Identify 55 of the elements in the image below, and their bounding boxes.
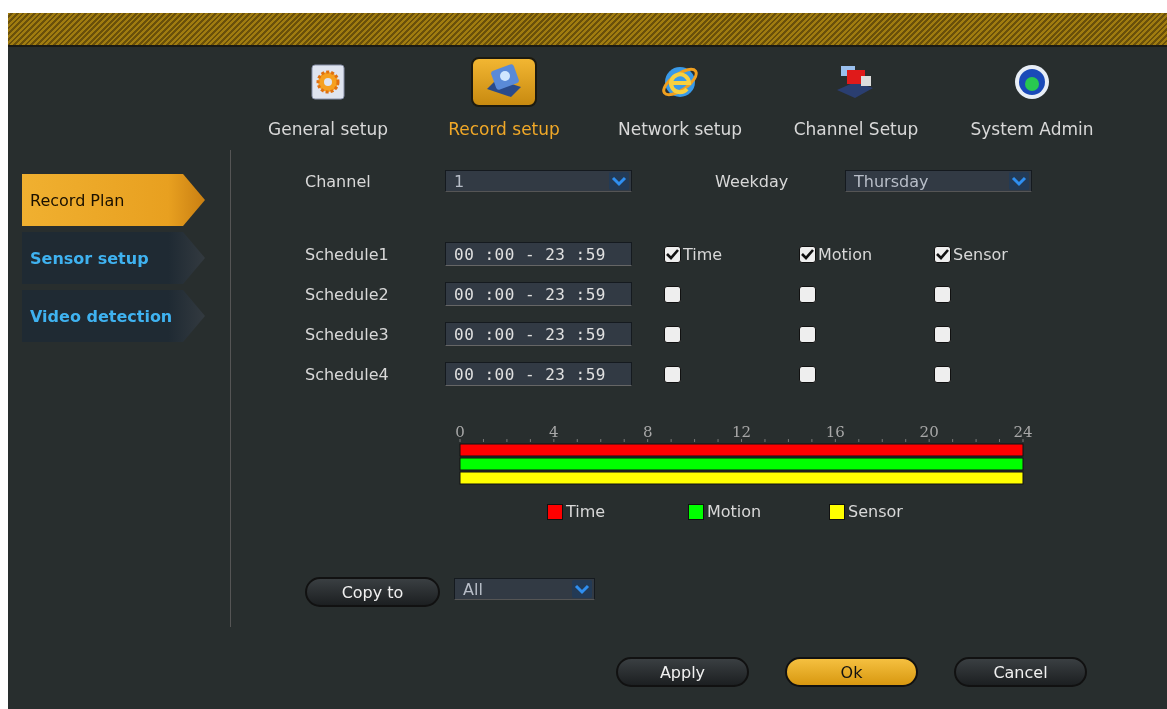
dialog-button[interactable]: Ok bbox=[785, 657, 918, 687]
dialog-button[interactable]: Apply bbox=[616, 657, 749, 687]
tick-label: 24 bbox=[1013, 424, 1033, 441]
tick-label: 0 bbox=[455, 424, 465, 441]
dropdown-caret-icon bbox=[1009, 172, 1029, 190]
legend-label: Time bbox=[566, 502, 606, 521]
time-range-field[interactable]: 00 :00 - 23 :59 bbox=[445, 282, 632, 306]
copy-target-select[interactable]: All bbox=[454, 578, 595, 600]
field-label: Channel bbox=[305, 171, 372, 191]
tick-label: 12 bbox=[731, 424, 752, 441]
dropdown-caret-icon bbox=[572, 580, 592, 598]
checkbox-label: Motion bbox=[818, 244, 873, 264]
checkbox[interactable] bbox=[799, 245, 816, 263]
tick-label: 16 bbox=[825, 424, 845, 441]
weekday-select[interactable]: Thursday bbox=[845, 170, 1032, 192]
checkbox[interactable] bbox=[664, 285, 681, 303]
tick-label: 4 bbox=[549, 424, 559, 441]
checkbox[interactable] bbox=[934, 365, 951, 383]
schedule-label: Schedule2 bbox=[305, 284, 390, 304]
tick-label: 20 bbox=[919, 424, 939, 441]
checkbox[interactable] bbox=[934, 245, 951, 263]
dropdown-caret-icon bbox=[609, 172, 629, 190]
checkbox[interactable] bbox=[934, 325, 951, 343]
channel-select[interactable]: 1 bbox=[445, 170, 632, 192]
checkbox[interactable] bbox=[664, 365, 681, 383]
dialog-button[interactable]: Cancel bbox=[954, 657, 1087, 687]
globe-disc-icon bbox=[1013, 63, 1051, 101]
checkbox[interactable] bbox=[664, 245, 681, 263]
checkbox[interactable] bbox=[799, 325, 816, 343]
time-range-field[interactable]: 00 :00 - 23 :59 bbox=[445, 322, 632, 346]
nav-tab[interactable]: General setup bbox=[240, 57, 416, 147]
schedule-label: Schedule3 bbox=[305, 324, 390, 344]
sidebar-item[interactable]: Record Plan bbox=[22, 174, 205, 226]
checkbox-label: Time bbox=[683, 244, 723, 264]
copy-to-button[interactable]: Copy to bbox=[305, 577, 440, 607]
legend-label: Motion bbox=[707, 502, 762, 521]
nav-tab[interactable]: Channel Setup bbox=[768, 57, 944, 147]
nav-tab[interactable]: Network setup bbox=[592, 57, 768, 147]
schedule-label: Schedule1 bbox=[305, 244, 390, 264]
nav-tab[interactable]: System Admin bbox=[944, 57, 1120, 147]
sidebar-item[interactable]: Sensor setup bbox=[22, 232, 205, 284]
schedule-label: Schedule4 bbox=[305, 364, 390, 384]
checkbox[interactable] bbox=[799, 285, 816, 303]
checkbox[interactable] bbox=[934, 285, 951, 303]
checkbox[interactable] bbox=[799, 365, 816, 383]
gear-icon bbox=[310, 63, 346, 101]
tick-label: 8 bbox=[642, 424, 653, 441]
field-label: Weekday bbox=[714, 171, 790, 191]
legend-label: Sensor bbox=[848, 502, 903, 521]
time-range-field[interactable]: 00 :00 - 23 :59 bbox=[445, 242, 632, 266]
nav-tab[interactable]: Record setup bbox=[416, 57, 592, 147]
time-range-field[interactable]: 00 :00 - 23 :59 bbox=[445, 362, 632, 386]
sidebar-item[interactable]: Video detection bbox=[22, 290, 205, 342]
checkbox[interactable] bbox=[664, 325, 681, 343]
checkbox-label: Sensor bbox=[953, 244, 1008, 264]
